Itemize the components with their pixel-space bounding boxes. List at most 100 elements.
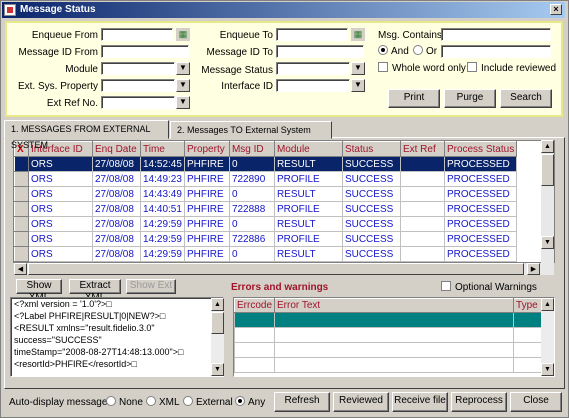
error-text-column-header[interactable]: Error Text (274, 298, 515, 313)
tab-messages-to-external[interactable]: 2. Messages TO External System (170, 121, 332, 139)
row-selector[interactable] (14, 201, 29, 217)
close-window-button[interactable]: × (550, 4, 562, 15)
column-header[interactable]: Enq Date (92, 141, 141, 157)
purge-button[interactable]: Purge (444, 89, 496, 108)
table-cell: PROCESSED (443, 186, 518, 202)
type-column-header[interactable]: Type (513, 298, 542, 313)
table-cell: PHFIRE (183, 156, 230, 172)
column-header[interactable]: Process Status (443, 141, 518, 157)
table-cell (399, 201, 445, 217)
ext-sys-property-label: Ext. Sys. Property (17, 81, 98, 92)
table-row[interactable]: ORS 27/08/08 14:29:59 PHFIRE 0 RESULT SUCCESS P… (14, 246, 518, 262)
whole-word-checkbox[interactable] (378, 62, 388, 73)
table-row[interactable]: ORS 27/08/08 14:52:45 PHFIRE 0 RESULT SUCCESS P… (14, 156, 518, 172)
module-input[interactable] (101, 62, 175, 75)
scroll-thumb[interactable] (541, 154, 554, 186)
ext-sys-property-input[interactable] (101, 79, 175, 92)
scroll-down-icon[interactable]: ▼ (541, 363, 554, 376)
row-selector[interactable] (14, 156, 29, 172)
grid-horizontal-scrollbar[interactable]: ◀ ▶ (14, 263, 554, 275)
interface-id-input[interactable] (276, 79, 350, 92)
column-header[interactable]: Msg ID (228, 141, 275, 157)
message-status-input[interactable] (276, 62, 350, 75)
scroll-down-icon[interactable]: ▼ (541, 236, 554, 249)
table-cell: ORS (28, 171, 93, 187)
error-row[interactable] (234, 357, 542, 373)
xml-radio[interactable] (146, 396, 156, 407)
column-header[interactable]: Time (140, 141, 185, 157)
interface-id-dropdown-icon[interactable]: ▼ (351, 79, 365, 92)
xml-viewer[interactable]: <?xml version = '1.0'?>□ <?Label PHFIRE|… (10, 297, 224, 377)
row-selector[interactable] (14, 171, 29, 187)
reprocess-button[interactable]: Reprocess (451, 392, 507, 412)
scroll-right-icon[interactable]: ▶ (527, 263, 540, 275)
search-button[interactable]: Search (500, 89, 552, 108)
ext-sys-property-dropdown-icon[interactable]: ▼ (176, 79, 190, 92)
column-header[interactable]: Module (273, 141, 343, 157)
message-id-from-input[interactable] (101, 45, 189, 58)
ext-ref-no-input[interactable] (101, 96, 175, 109)
row-selector[interactable] (14, 246, 29, 262)
error-row[interactable] (234, 312, 542, 328)
xml-vertical-scrollbar[interactable]: ▲ ▼ (211, 298, 224, 376)
row-selector[interactable] (14, 231, 29, 247)
show-xml-button[interactable]: Show XML (16, 279, 62, 303)
table-row[interactable]: ORS 27/08/08 14:29:59 PHFIRE 0 RESULT SUCCESS P… (14, 216, 518, 232)
errcode-column-header[interactable]: Errcode (234, 298, 276, 313)
and-radio[interactable] (378, 45, 388, 56)
table-cell: 0 (228, 156, 275, 172)
column-header[interactable]: Status (341, 141, 401, 157)
grid-vertical-scrollbar[interactable]: ▲ ▼ (541, 140, 554, 263)
message-status-dropdown-icon[interactable]: ▼ (351, 62, 365, 75)
column-header[interactable]: Ext Ref (399, 141, 445, 157)
xml-line: success="SUCCESS" (14, 335, 102, 345)
table-row[interactable]: ORS 27/08/08 14:49:23 PHFIRE 722890 PROFILE SU… (14, 171, 518, 187)
enqueue-from-input[interactable] (101, 28, 173, 41)
table-cell (399, 216, 445, 232)
tab-messages-from-external[interactable]: 1. MESSAGES FROM EXTERNAL SYSTEM (4, 120, 169, 150)
calendar-icon[interactable]: ▦ (176, 28, 190, 41)
errors-vertical-scrollbar[interactable]: ▲ ▼ (541, 298, 554, 376)
ext-ref-no-dropdown-icon[interactable]: ▼ (176, 96, 190, 109)
optional-warnings-checkbox[interactable] (441, 281, 451, 292)
scroll-up-icon[interactable]: ▲ (541, 140, 554, 153)
whole-word-label: Whole word only (392, 63, 466, 74)
table-cell: PHFIRE (183, 231, 230, 247)
scroll-down-icon[interactable]: ▼ (211, 363, 224, 376)
scroll-up-icon[interactable]: ▲ (211, 298, 224, 311)
none-radio[interactable] (106, 396, 116, 407)
extract-xml-button[interactable]: Extract XML (69, 279, 121, 303)
enqueue-to-input[interactable] (276, 28, 348, 41)
error-row[interactable] (234, 327, 542, 343)
table-row[interactable]: ORS 27/08/08 14:29:59 PHFIRE 722886 PROFILE SU… (14, 231, 518, 247)
receive-file-button[interactable]: Receive file (392, 392, 448, 412)
scroll-thumb[interactable] (211, 312, 224, 334)
error-row[interactable] (234, 342, 542, 358)
row-selector[interactable] (14, 186, 29, 202)
reviewed-button[interactable]: Reviewed (333, 392, 389, 412)
table-cell: RESULT (273, 186, 343, 202)
table-row[interactable]: ORS 27/08/08 14:43:49 PHFIRE 0 RESULT SUCCESS P… (14, 186, 518, 202)
scroll-up-icon[interactable]: ▲ (541, 298, 554, 311)
table-row[interactable]: ORS 27/08/08 14:40:51 PHFIRE 722888 PROFILE SU… (14, 201, 518, 217)
include-reviewed-checkbox[interactable] (467, 62, 477, 73)
msg-contains-input[interactable] (441, 28, 551, 41)
show-ext-button[interactable]: Show Ext (126, 279, 176, 294)
calendar-icon[interactable]: ▦ (351, 28, 365, 41)
table-cell: 14:49:23 (140, 171, 185, 187)
close-button[interactable]: Close (510, 392, 562, 412)
row-selector[interactable] (14, 216, 29, 232)
message-id-to-input[interactable] (276, 45, 364, 58)
msg-contains-second-input[interactable] (441, 45, 551, 58)
window-title: Message Status (20, 4, 96, 15)
table-cell: PHFIRE (183, 186, 230, 202)
refresh-button[interactable]: Refresh (274, 392, 330, 412)
external-radio[interactable] (183, 396, 193, 407)
scroll-left-icon[interactable]: ◀ (14, 263, 27, 275)
print-button[interactable]: Print (388, 89, 440, 108)
any-radio[interactable] (235, 396, 245, 407)
module-dropdown-icon[interactable]: ▼ (176, 62, 190, 75)
scroll-thumb-horizontal[interactable] (28, 263, 524, 275)
or-radio[interactable] (413, 45, 423, 56)
column-header[interactable]: Property (183, 141, 230, 157)
